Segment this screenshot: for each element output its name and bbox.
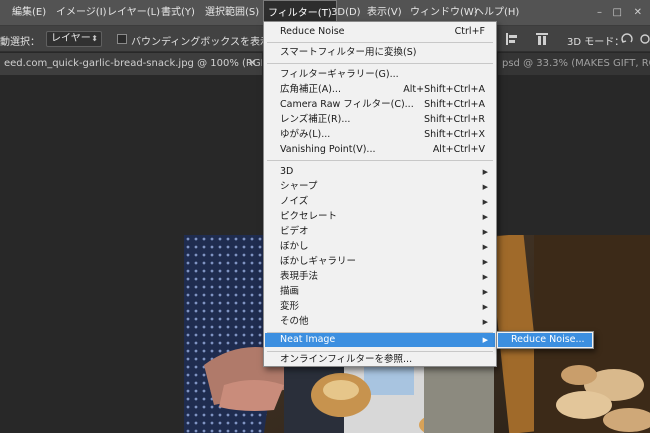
layer-dropdown-value: レイヤー <box>51 33 91 44</box>
tab-close-icon[interactable]: ✕ <box>248 53 256 74</box>
menu-item-shortcut: Alt+Ctrl+V <box>432 144 485 155</box>
menu-separator <box>267 351 493 352</box>
menu-item-label: ぼかし <box>280 241 309 252</box>
menu-select[interactable]: 選択範囲(S) <box>205 0 259 26</box>
menu-separator <box>267 160 493 161</box>
menu-item-label: レンズ補正(R)... <box>280 114 351 125</box>
menu-item-noise[interactable]: ノイズ ▶ <box>265 195 495 209</box>
menu-layer[interactable]: レイヤー(L) <box>107 0 160 26</box>
menu-item-smart-filter[interactable]: スマートフィルター用に変換(S) <box>265 46 495 60</box>
submenu-arrow-icon: ▶ <box>482 213 488 221</box>
menu-item-label: 変形 <box>280 301 300 312</box>
menu-item-label: Neat Image <box>280 334 336 345</box>
menu-separator <box>267 63 493 64</box>
menu-item-browse-online[interactable]: オンラインフィルターを参照... <box>265 353 495 367</box>
align-icon[interactable] <box>505 32 519 46</box>
submenu-arrow-icon: ▶ <box>482 258 488 266</box>
submenu-arrow-icon: ▶ <box>482 228 488 236</box>
menu-item-shortcut: Ctrl+F <box>454 26 485 37</box>
menu-image[interactable]: イメージ(I) <box>56 0 107 26</box>
menu-item-label: その他 <box>280 316 309 327</box>
submenu-arrow-icon: ▶ <box>482 336 488 344</box>
menu-item-other[interactable]: その他 ▶ <box>265 315 495 329</box>
menu-separator <box>267 42 493 43</box>
dropdown-arrow-icon: ⬍ <box>91 34 98 43</box>
minimize-button[interactable]: – <box>597 7 602 18</box>
neat-image-submenu: Reduce Noise... <box>496 331 594 349</box>
menu-item-label: 広角補正(A)... <box>280 84 341 95</box>
submenu-arrow-icon: ▶ <box>482 243 488 251</box>
menu-item-label: スマートフィルター用に変換(S) <box>280 47 417 58</box>
menu-item-shortcut: Shift+Ctrl+A <box>424 99 485 110</box>
menu-item-vanishing-point[interactable]: Vanishing Point(V)... Alt+Ctrl+V <box>265 143 495 157</box>
submenu-arrow-icon: ▶ <box>482 288 488 296</box>
auto-select-label: 動選択： <box>0 37 40 48</box>
submenu-item-label: Reduce Noise... <box>511 334 585 345</box>
menu-item-label: Reduce Noise <box>280 26 345 37</box>
menu-item-label: 表現手法 <box>280 271 319 282</box>
menu-item-adaptive-wide-angle[interactable]: 広角補正(A)... Alt+Shift+Ctrl+A <box>265 83 495 97</box>
menu-item-liquify[interactable]: ゆがみ(L)... Shift+Ctrl+X <box>265 128 495 142</box>
menu-item-render[interactable]: 描画 ▶ <box>265 285 495 299</box>
maximize-button[interactable]: □ <box>613 7 622 18</box>
menu-item-video[interactable]: ビデオ ▶ <box>265 225 495 239</box>
3d-roll-icon[interactable] <box>638 32 650 46</box>
document-tab-2-title: psd @ 33.3% (MAKES GIFT, RGB/8) <box>502 58 650 69</box>
menu-item-filter-gallery[interactable]: フィルターギャラリー(G)... <box>265 68 495 82</box>
menu-item-3d[interactable]: 3D ▶ <box>265 165 495 179</box>
distribute-icon[interactable] <box>535 32 549 46</box>
submenu-item-reduce-noise[interactable]: Reduce Noise... <box>498 333 592 347</box>
menu-item-label: ぼかしギャラリー <box>280 256 357 267</box>
submenu-arrow-icon: ▶ <box>482 303 488 311</box>
menu-item-blur-gallery[interactable]: ぼかしギャラリー ▶ <box>265 255 495 269</box>
menu-item-label: ピクセレート <box>280 211 338 222</box>
document-tab-active[interactable]: eed.com_quick-garlic-bread-snack.jpg @ 1… <box>0 53 262 75</box>
menu-item-label: シャープ <box>280 181 318 192</box>
menu-item-label: Vanishing Point(V)... <box>280 144 376 155</box>
menu-item-shortcut: Alt+Shift+Ctrl+A <box>403 84 485 95</box>
menu-item-label: ゆがみ(L)... <box>280 129 331 140</box>
document-tab-2[interactable]: psd @ 33.3% (MAKES GIFT, RGB/8) <box>498 53 650 75</box>
3d-rotate-icon[interactable] <box>620 32 634 46</box>
bounding-box-label: バウンディングボックスを表示 <box>131 37 270 48</box>
menu-item-label: ビデオ <box>280 226 309 237</box>
submenu-arrow-icon: ▶ <box>482 273 488 281</box>
menu-type[interactable]: 書式(Y) <box>161 0 195 26</box>
filter-menu: Reduce Noise Ctrl+F スマートフィルター用に変換(S) フィル… <box>263 21 497 367</box>
menu-item-label: 描画 <box>280 286 300 297</box>
bounding-box-checkbox[interactable] <box>117 34 127 44</box>
menu-item-stylize[interactable]: 表現手法 ▶ <box>265 270 495 284</box>
submenu-arrow-icon: ▶ <box>482 168 488 176</box>
menu-item-label: ノイズ <box>280 196 309 207</box>
menu-item-label: フィルターギャラリー(G)... <box>280 69 399 80</box>
menu-item-reduce-noise-last[interactable]: Reduce Noise Ctrl+F <box>265 25 495 39</box>
menu-item-camera-raw[interactable]: Camera Raw フィルター(C)... Shift+Ctrl+A <box>265 98 495 112</box>
3d-mode-label: 3D モード： <box>567 37 625 48</box>
submenu-arrow-icon: ▶ <box>482 318 488 326</box>
menu-item-lens-correction[interactable]: レンズ補正(R)... Shift+Ctrl+R <box>265 113 495 127</box>
menu-item-label: 3D <box>280 166 294 177</box>
close-button[interactable]: ✕ <box>634 7 642 18</box>
document-tab-title: eed.com_quick-garlic-bread-snack.jpg @ 1… <box>4 58 262 69</box>
layer-dropdown[interactable]: レイヤー ⬍ <box>46 31 102 47</box>
menu-item-neat-image[interactable]: Neat Image ▶ <box>265 333 495 347</box>
submenu-arrow-icon: ▶ <box>482 198 488 206</box>
menu-item-shortcut: Shift+Ctrl+X <box>424 129 485 140</box>
menu-item-distort[interactable]: 変形 ▶ <box>265 300 495 314</box>
menu-item-blur[interactable]: ぼかし ▶ <box>265 240 495 254</box>
menu-item-label: オンラインフィルターを参照... <box>280 354 413 365</box>
menu-item-shortcut: Shift+Ctrl+R <box>423 114 485 125</box>
menu-item-sharpen[interactable]: シャープ ▶ <box>265 180 495 194</box>
menu-edit[interactable]: 編集(E) <box>12 0 46 26</box>
menu-item-label: Camera Raw フィルター(C)... <box>280 99 414 110</box>
menu-item-pixelate[interactable]: ピクセレート ▶ <box>265 210 495 224</box>
submenu-arrow-icon: ▶ <box>482 183 488 191</box>
